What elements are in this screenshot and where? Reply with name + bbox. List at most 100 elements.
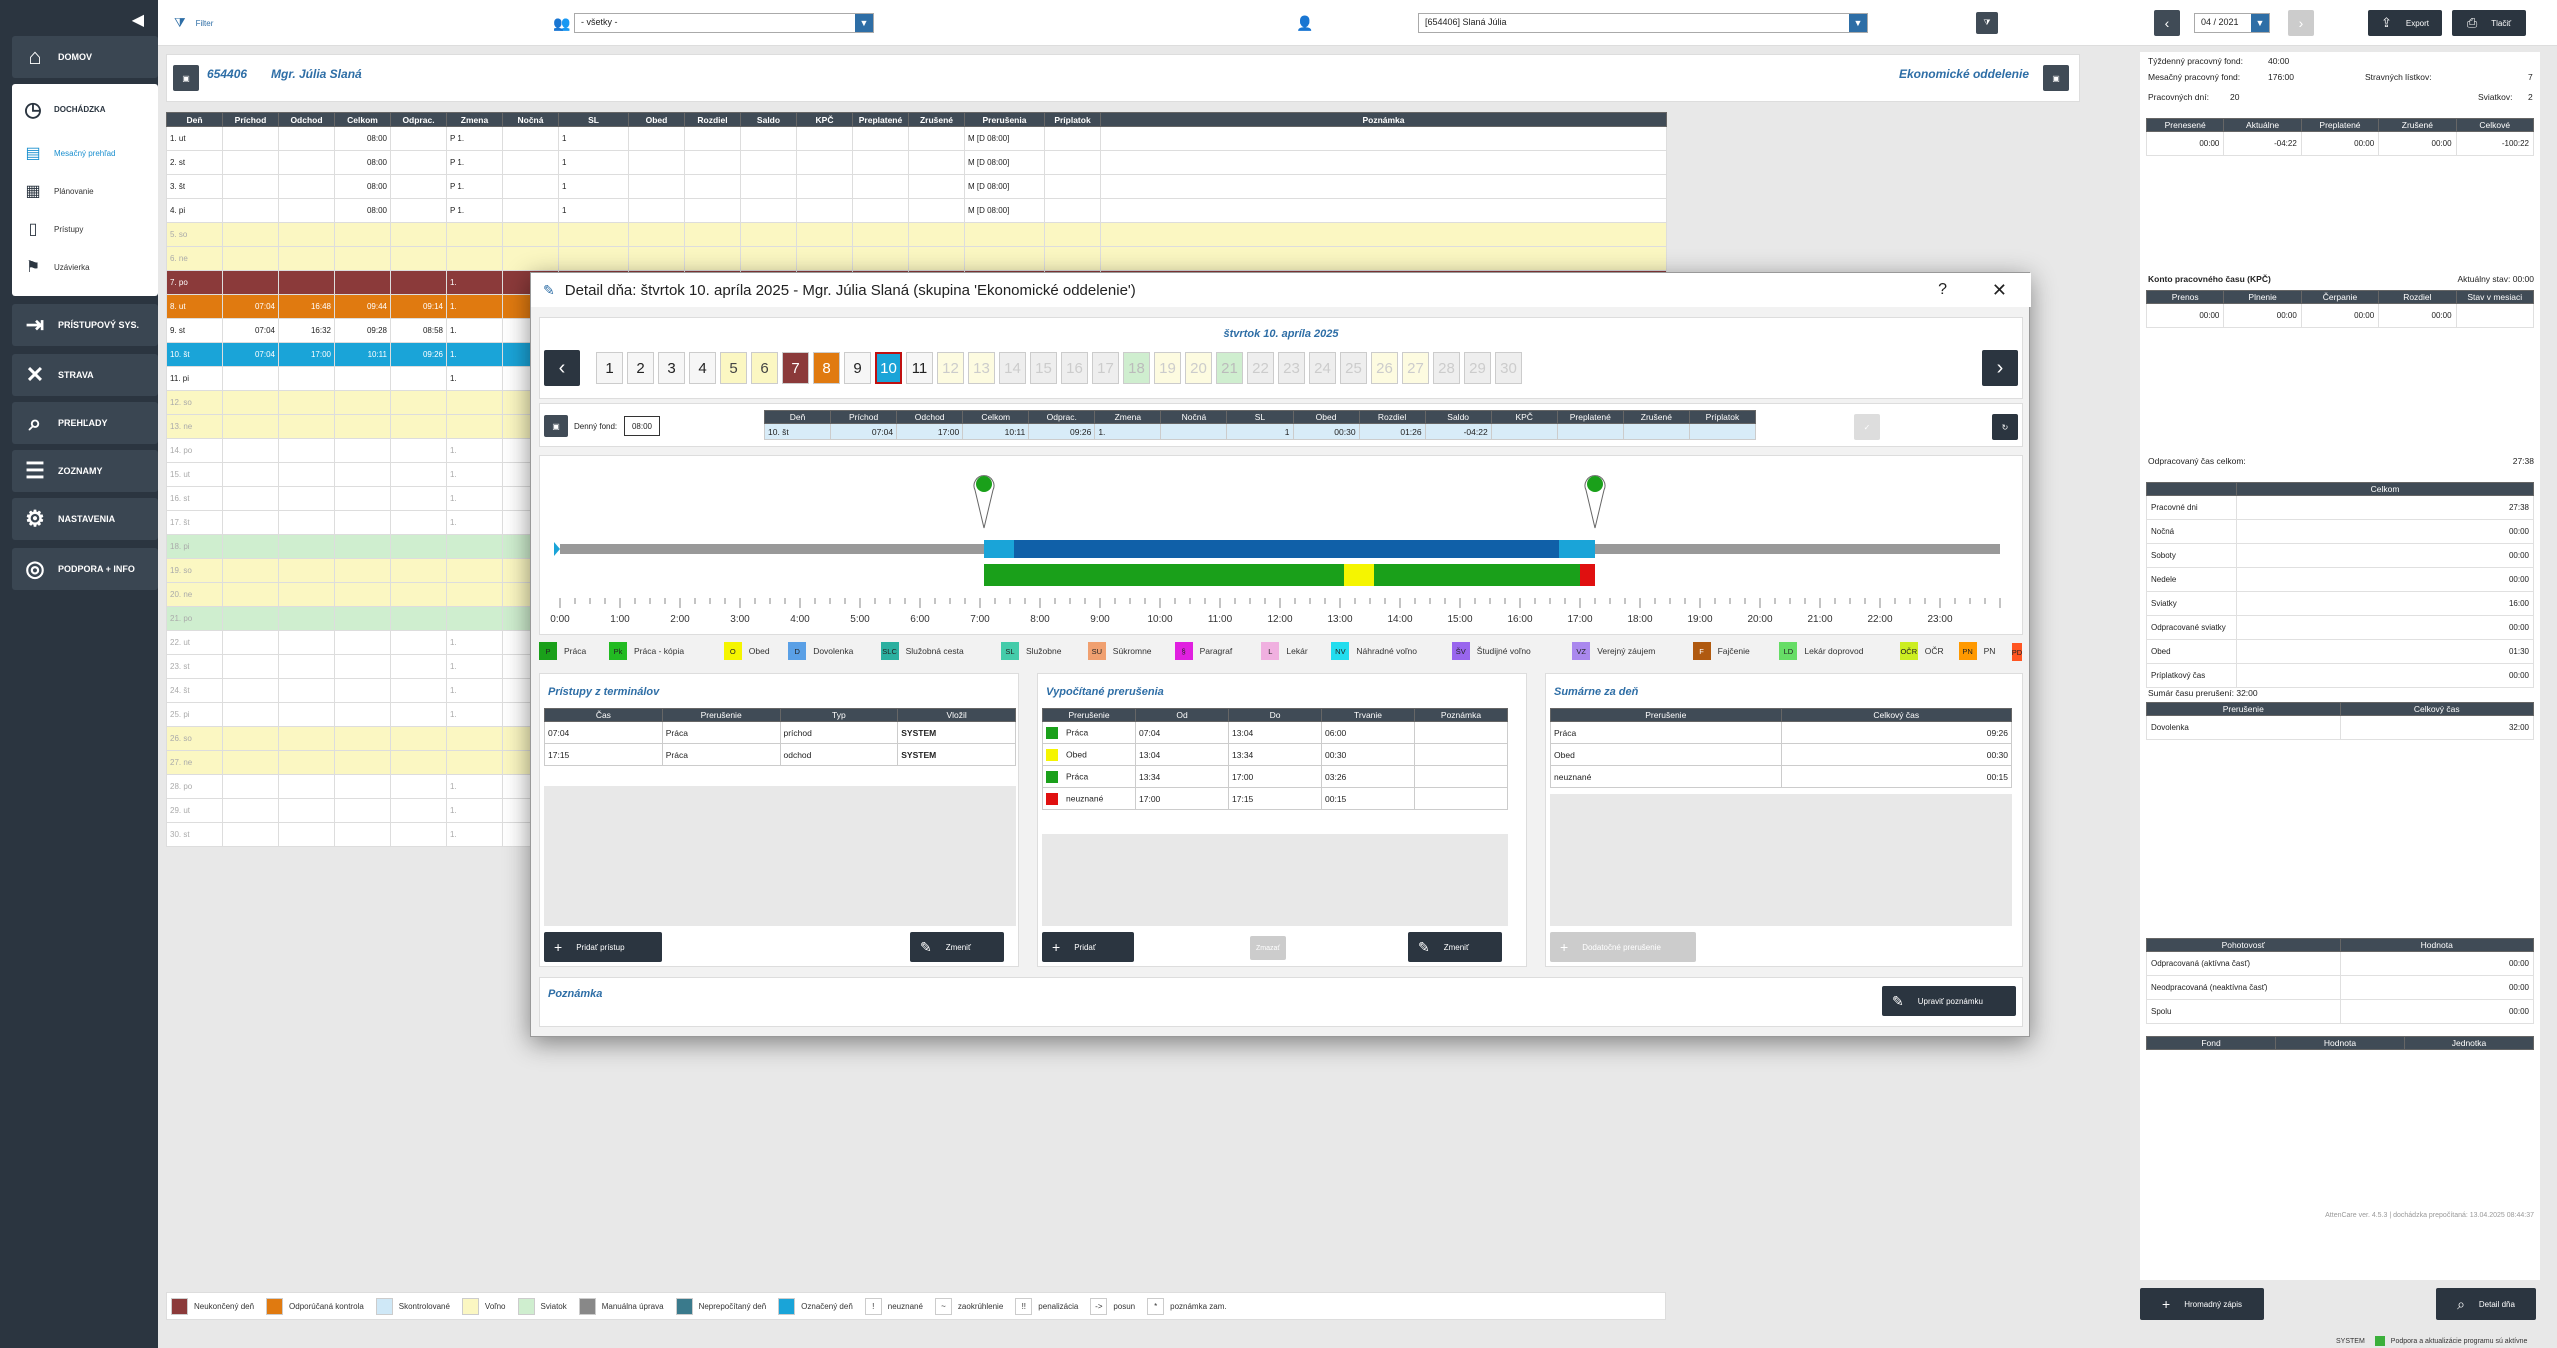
break-type-code: O <box>723 642 742 660</box>
access-row[interactable]: 17:15 Práca odchod SYSTEM <box>544 743 1016 766</box>
sidebar-food[interactable]: ✕ STRAVA <box>12 354 158 396</box>
day-button-12[interactable]: 12 <box>937 352 964 384</box>
day-button-26[interactable]: 26 <box>1371 352 1398 384</box>
bulk-entry-button[interactable]: + Hromadný zápis <box>2140 1288 2264 1320</box>
day-button-7[interactable]: 7 <box>782 352 809 384</box>
break-row[interactable]: Práca 07:04 13:04 06:00 <box>1042 721 1508 744</box>
day-button-13[interactable]: 13 <box>968 352 995 384</box>
department-icon[interactable]: ▣ <box>2043 65 2069 91</box>
day-button-28[interactable]: 28 <box>1433 352 1460 384</box>
help-button[interactable]: ? <box>1938 281 1947 299</box>
table-cell <box>334 774 391 799</box>
day-button-8[interactable]: 8 <box>813 352 840 384</box>
edit-note-button[interactable]: ✎ Upraviť poznámku <box>1882 986 2016 1016</box>
day-summary-column-header: Zrušené <box>1622 410 1690 424</box>
table-row[interactable]: 6. ne <box>166 246 1667 271</box>
filter-button[interactable]: ⧩ <box>1976 12 1998 34</box>
daily-fund-value[interactable]: 08:00 <box>624 416 660 436</box>
access-row[interactable]: 07:04 Práca príchod SYSTEM <box>544 721 1016 744</box>
day-button-16[interactable]: 16 <box>1061 352 1088 384</box>
prev-month-button[interactable]: ‹ <box>2154 10 2180 36</box>
day-button-14[interactable]: 14 <box>999 352 1026 384</box>
collapse-sidebar-icon[interactable]: ◀ <box>132 10 144 30</box>
day-button-17[interactable]: 17 <box>1092 352 1119 384</box>
day-button-30[interactable]: 30 <box>1495 352 1522 384</box>
day-button-21[interactable]: 21 <box>1216 352 1243 384</box>
print-button[interactable]: ⎙ Tlačiť <box>2452 10 2526 36</box>
month-select[interactable]: 04 / 2021 ▼ <box>2194 13 2270 33</box>
group-select[interactable]: - všetky - ▼ <box>574 13 874 33</box>
refresh-button[interactable]: ↻ <box>1992 414 2018 440</box>
export-button[interactable]: ⇪ Export <box>2368 10 2442 36</box>
next-month-button[interactable]: › <box>2288 10 2314 36</box>
edit-access-button[interactable]: ✎ Zmeniť <box>910 932 1004 962</box>
day-button-22[interactable]: 22 <box>1247 352 1274 384</box>
day-button-29[interactable]: 29 <box>1464 352 1491 384</box>
legend-label: Označený deň <box>801 1301 853 1311</box>
break-row[interactable]: Práca 13:34 17:00 03:26 <box>1042 765 1508 788</box>
table-row[interactable]: 2. st 08:00 P 1. 1 M [D 08:00] <box>166 150 1667 175</box>
summary-break-row[interactable]: Obed 00:30 <box>1550 743 2012 766</box>
sidebar-access-system[interactable]: ⇥ PRÍSTUPOVÝ SYS. <box>12 304 158 346</box>
day-button-2[interactable]: 2 <box>627 352 654 384</box>
add-access-button[interactable]: + Pridať prístup <box>544 932 662 962</box>
sidebar-attendance[interactable]: ◷ DOCHÁDZKA <box>22 98 105 121</box>
day-button-11[interactable]: 11 <box>906 352 933 384</box>
day-button-18[interactable]: 18 <box>1123 352 1150 384</box>
table-row[interactable]: 1. ut 08:00 P 1. 1 M [D 08:00] <box>166 126 1667 151</box>
home-icon: ⌂ <box>28 44 42 69</box>
day-button-19[interactable]: 19 <box>1154 352 1181 384</box>
break-segment[interactable] <box>1344 564 1374 586</box>
day-button-5[interactable]: 5 <box>720 352 747 384</box>
break-segment[interactable] <box>984 564 1344 586</box>
close-button[interactable]: ✕ <box>1992 280 2007 301</box>
day-button-6[interactable]: 6 <box>751 352 778 384</box>
day-button-24[interactable]: 24 <box>1309 352 1336 384</box>
sidebar-support[interactable]: ◎ PODPORA + INFO <box>12 548 158 590</box>
break-segment[interactable] <box>1580 564 1595 586</box>
filter-label[interactable]: ⧩ Filter <box>174 0 213 46</box>
day-button-27[interactable]: 27 <box>1402 352 1429 384</box>
table-cell <box>908 222 965 247</box>
table-row[interactable]: 3. št 08:00 P 1. 1 M [D 08:00] <box>166 174 1667 199</box>
day-button-15[interactable]: 15 <box>1030 352 1057 384</box>
summary-break-row[interactable]: Práca 09:26 <box>1550 721 2012 744</box>
table-row[interactable]: 5. so <box>166 222 1667 247</box>
day-button-25[interactable]: 25 <box>1340 352 1367 384</box>
timeline-chart[interactable]: 0:00 1:00 2:00 3:00 4:00 5:00 6:00 7:00 8:00 9:00… <box>540 456 2024 636</box>
additional-break-button[interactable]: + Dodatočné prerušenie <box>1550 932 1696 962</box>
day-button-1[interactable]: 1 <box>596 352 623 384</box>
table-column-header: Rozdiel <box>684 112 741 127</box>
confirm-check-button[interactable]: ✓ <box>1854 414 1880 440</box>
break-row[interactable]: Obed 13:04 13:34 00:30 <box>1042 743 1508 766</box>
sidebar-item-closing[interactable]: ⚑ Uzávierka <box>22 256 90 278</box>
edit-break-button[interactable]: ✎ Zmeniť <box>1408 932 1502 962</box>
worked-label: Odpracované sviatky <box>2146 615 2237 640</box>
day-button-9[interactable]: 9 <box>844 352 871 384</box>
sidebar-item-monthly[interactable]: ▤ Mesačný prehľad <box>22 142 115 164</box>
summary-break-column-header: Celkový čas <box>1780 708 2012 722</box>
break-row[interactable]: neuznané 17:00 17:15 00:15 <box>1042 787 1508 810</box>
day-detail-button[interactable]: ⌕ Detail dňa <box>2436 1288 2536 1320</box>
sidebar-item-access[interactable]: ▯ Prístupy <box>22 218 84 240</box>
edit-access-label: Zmeniť <box>945 942 971 952</box>
break-segment[interactable] <box>1374 564 1580 586</box>
sidebar-overviews[interactable]: ⌕ PREHĽADY <box>12 402 158 444</box>
sidebar-item-planning[interactable]: ▦ Plánovanie <box>22 180 93 202</box>
summary-break-row[interactable]: neuznané 00:15 <box>1550 765 2012 788</box>
table-row[interactable]: 4. pi 08:00 P 1. 1 M [D 08:00] <box>166 198 1667 223</box>
day-button-20[interactable]: 20 <box>1185 352 1212 384</box>
day-button-10[interactable]: 10 <box>875 352 902 384</box>
next-day-button[interactable]: › <box>1982 350 2018 386</box>
sidebar-lists[interactable]: ☰ ZOZNAMY <box>12 450 158 492</box>
add-break-button[interactable]: + Pridať <box>1042 932 1134 962</box>
day-button-4[interactable]: 4 <box>689 352 716 384</box>
day-button-23[interactable]: 23 <box>1278 352 1305 384</box>
employee-select[interactable]: [654406] Slaná Júlia ▼ <box>1418 13 1868 33</box>
prev-day-button[interactable]: ‹ <box>544 350 580 386</box>
day-button-3[interactable]: 3 <box>658 352 685 384</box>
delete-break-button[interactable]: Zmazať <box>1250 936 1286 960</box>
sidebar-settings[interactable]: ⚙ NASTAVENIA <box>12 498 158 540</box>
sidebar-home[interactable]: ⌂ DOMOV <box>12 36 158 78</box>
employee-card-icon[interactable]: ▣ <box>173 65 199 91</box>
